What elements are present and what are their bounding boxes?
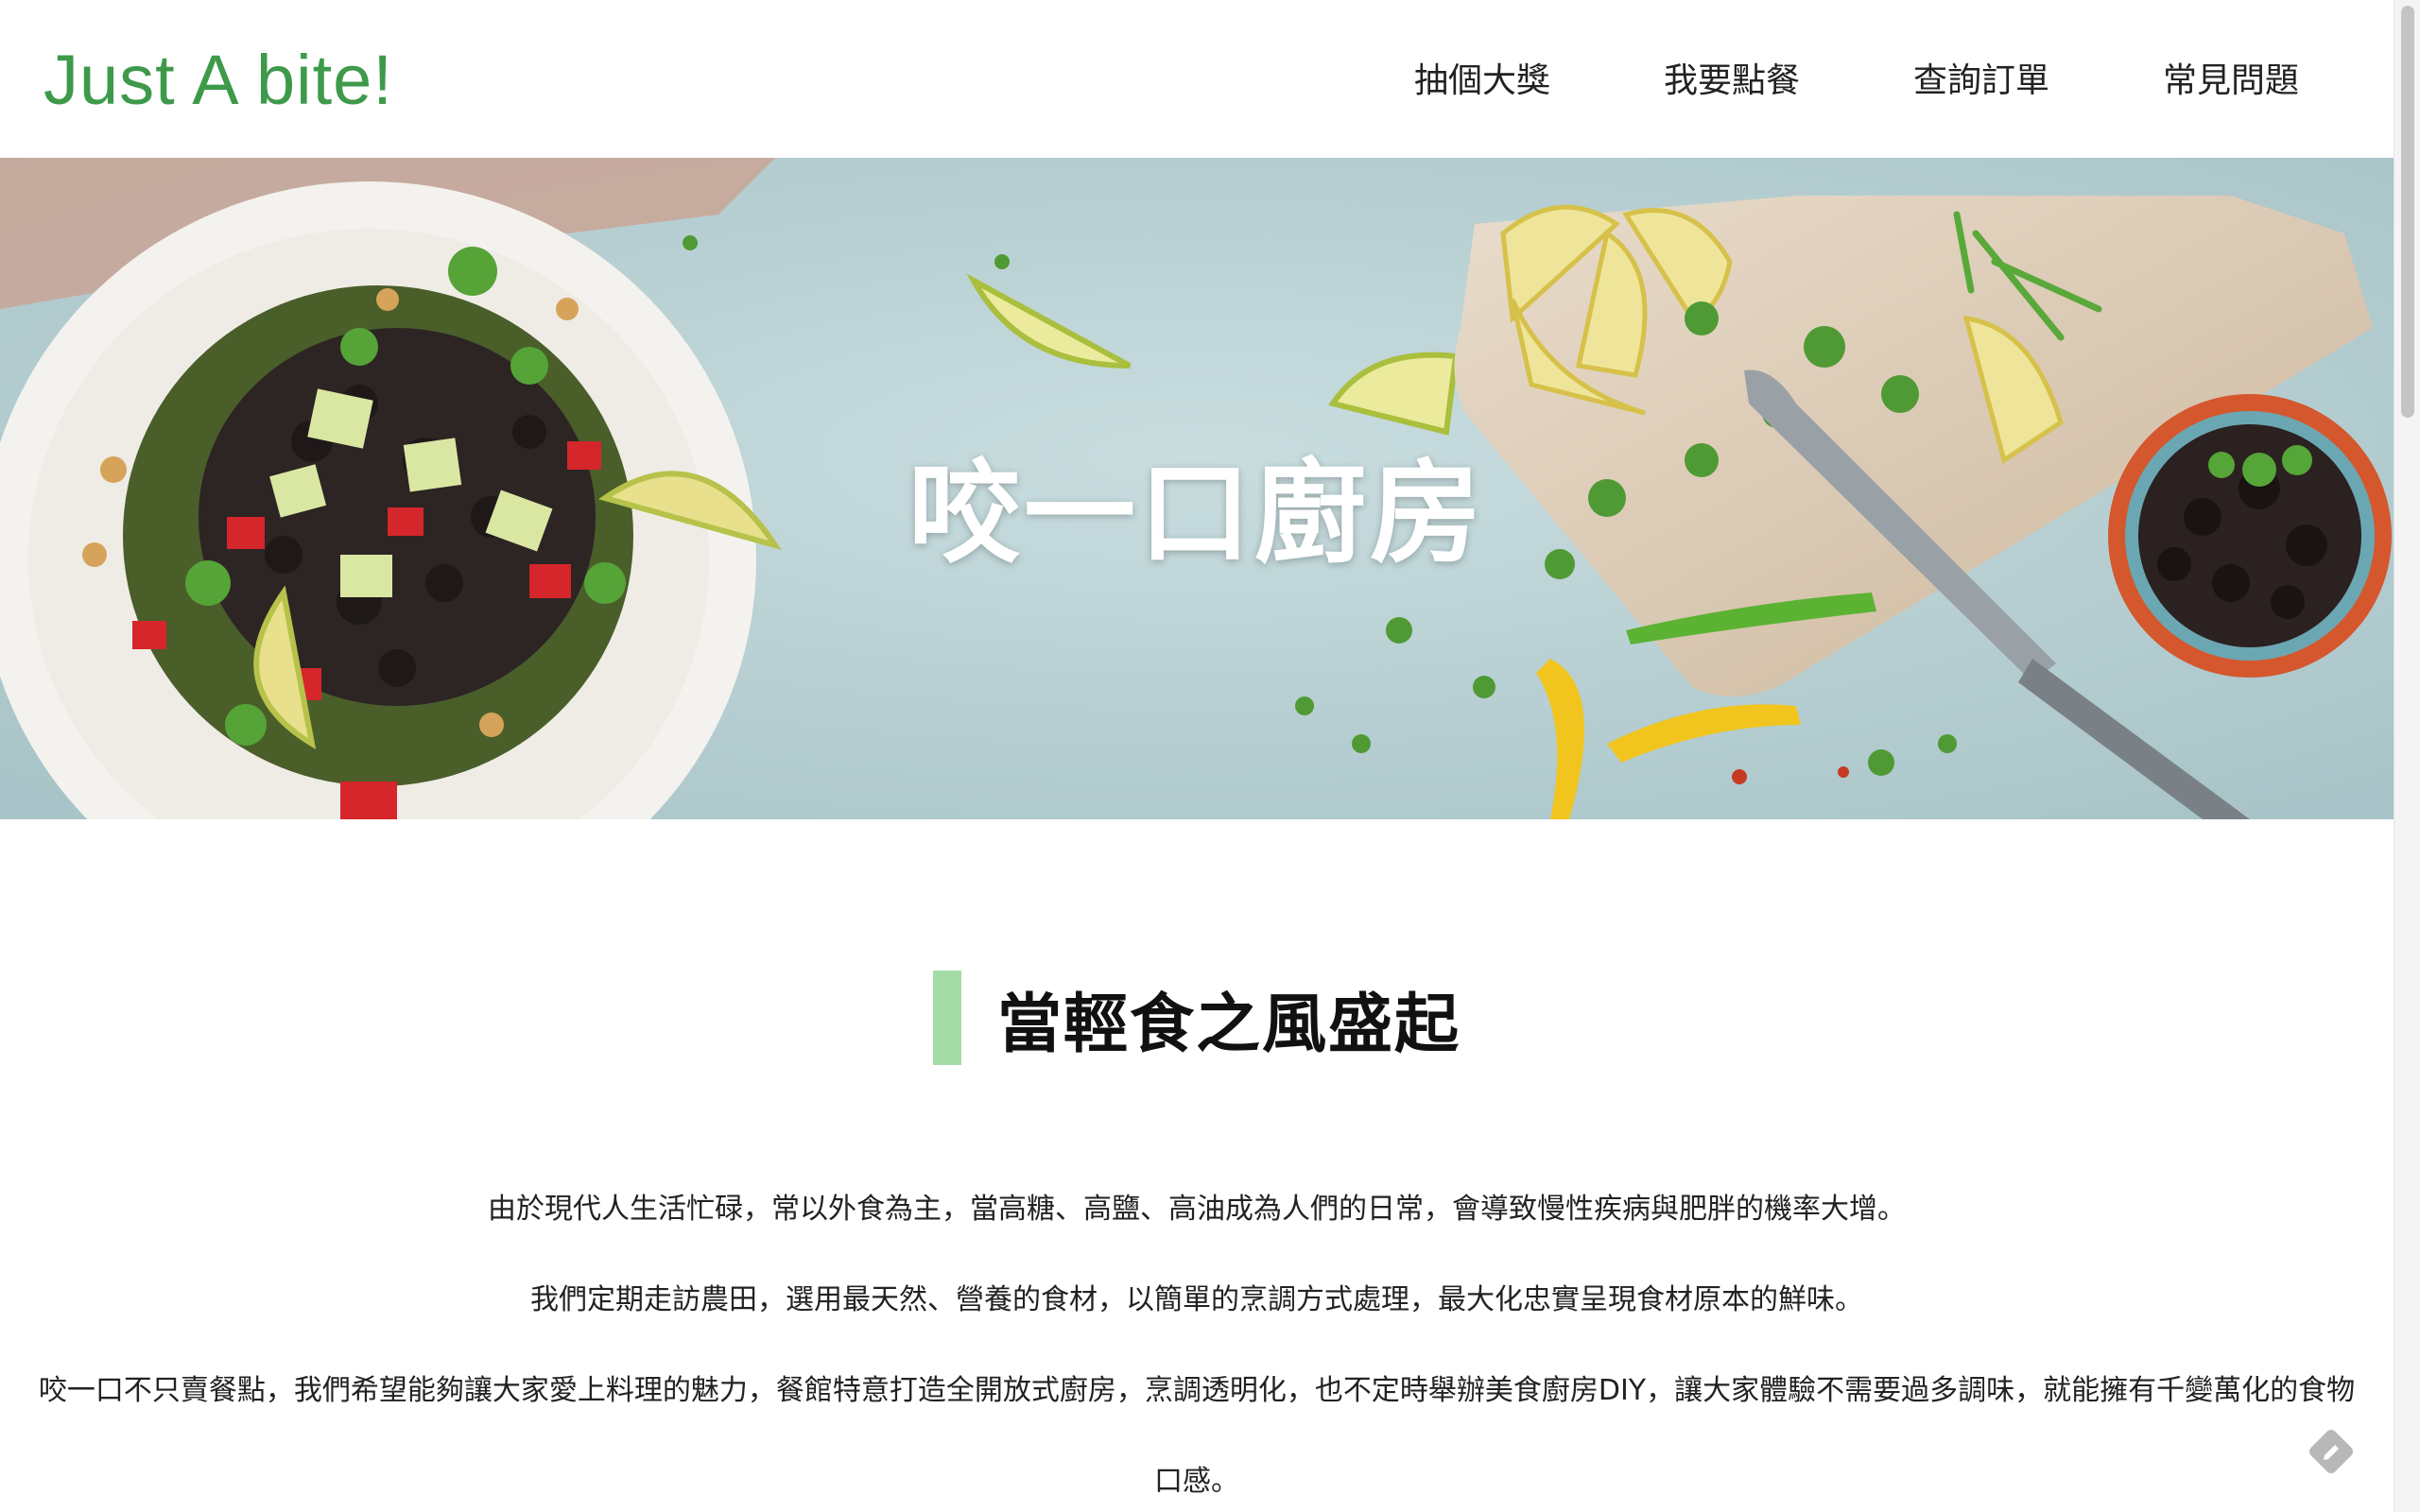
nav-item-order[interactable]: 我要點餐 [1664, 53, 1800, 110]
site-header: Just A bite! 抽個大獎 我要點餐 查詢訂單 常見問題 [0, 0, 2394, 158]
edit-icon[interactable] [2307, 1427, 2356, 1476]
scrollbar-thumb[interactable] [2401, 6, 2414, 418]
nav-item-lottery[interactable]: 抽個大獎 [1414, 53, 1550, 110]
intro-heading: 當輕食之風盛起 [0, 971, 2394, 1065]
intro-section: 當輕食之風盛起 由於現代人生活忙碌，常以外食為主，當高糖、高鹽、高油成為人們的日… [0, 819, 2394, 1512]
intro-heading-text: 當輕食之風盛起 [996, 987, 1461, 1062]
site-logo[interactable]: Just A bite! [43, 38, 393, 123]
nav-item-order-lookup[interactable]: 查詢訂單 [1913, 53, 2049, 110]
intro-paragraph-1: 由於現代人生活忙碌，常以外食為主，當高糖、高鹽、高油成為人們的日常，會導致慢性疾… [488, 1193, 1906, 1226]
hero-title: 咬一口廚房 [908, 448, 1485, 578]
page: Just A bite! 抽個大獎 我要點餐 查詢訂單 常見問題 咬一口廚房 當… [0, 0, 2394, 1512]
intro-paragraph-3: 咬一口不只賣餐點，我們希望能夠讓大家愛上料理的魅力，餐館特意打造全開放式廚房，烹… [38, 1374, 2356, 1498]
nav-item-faq[interactable]: 常見問題 [2163, 53, 2299, 110]
heading-accent-bar [932, 971, 961, 1065]
main-nav: 抽個大獎 我要點餐 查詢訂單 常見問題 [1414, 53, 2394, 110]
vertical-scrollbar[interactable] [2394, 0, 2420, 1512]
hero-banner: 咬一口廚房 [0, 158, 2394, 819]
intro-paragraph-2: 我們定期走訪農田，選用最天然、營養的食材，以簡單的烹調方式處理，最大化忠實呈現食… [530, 1283, 1863, 1316]
